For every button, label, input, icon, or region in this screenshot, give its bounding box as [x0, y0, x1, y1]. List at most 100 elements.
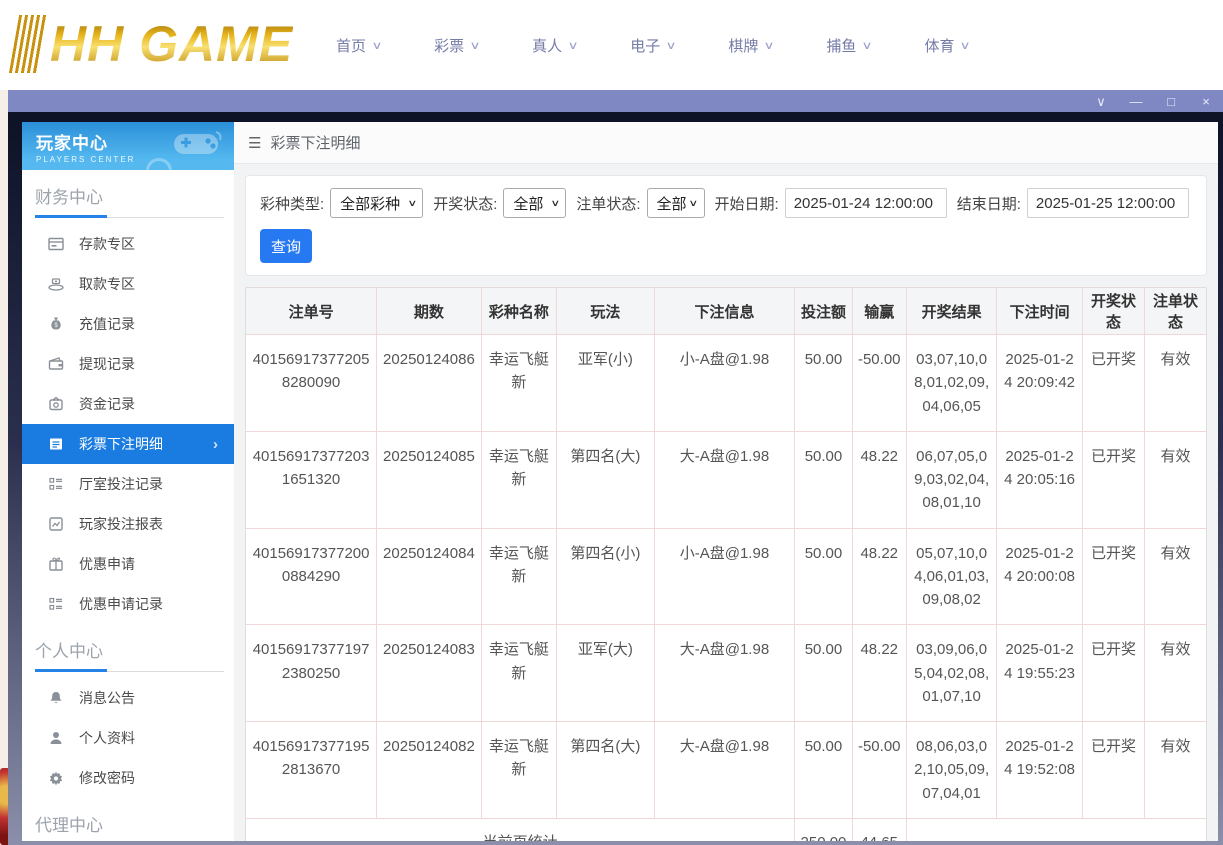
cell-draw-status: 已开奖	[1081, 721, 1146, 819]
sidebar-item-label: 修改密码	[79, 770, 135, 786]
cell-win-loss: 48.22	[851, 624, 907, 722]
cell-result: 08,06,03,02,10,05,09,07,04,01	[905, 721, 998, 819]
cell-amount: 50.00	[794, 527, 853, 626]
table-header-row: 注单号 期数 彩种名称 玩法 下注信息 投注额 输赢 开奖结果 下注时间 开奖状…	[246, 288, 1206, 335]
cell-lottery: 幸运飞艇新	[480, 624, 558, 722]
start-date-input[interactable]	[784, 188, 947, 218]
bet-table-card: 注单号 期数 彩种名称 玩法 下注信息 投注额 输赢 开奖结果 下注时间 开奖状…	[245, 287, 1207, 841]
page-title: 彩票下注明细	[270, 135, 361, 152]
page-summary-win-loss: 44.65	[851, 817, 907, 841]
cell-play: 第四名(大)	[556, 721, 655, 819]
nav-item-label: 捕鱼	[826, 37, 857, 55]
nav-item-label: 电子	[630, 37, 661, 55]
sidebar: 玩家中心 PLAYERS CENTER 财务中心 存款专区 取款专区 $ 充值记…	[22, 122, 234, 841]
order-status-value: 全部	[656, 195, 687, 213]
chevron-down-icon: ∨	[567, 39, 579, 52]
sidebar-item-label: 彩票下注明细	[79, 436, 163, 452]
logo-bars-icon	[8, 15, 50, 73]
sidebar-item-label: 优惠申请记录	[79, 596, 163, 612]
search-button[interactable]: 查询	[260, 229, 312, 263]
cell-period: 20250124086	[376, 334, 482, 432]
cell-lottery: 幸运飞艇新	[480, 334, 558, 432]
hamburger-icon[interactable]: ☰	[248, 134, 261, 152]
nav-item-label: 真人	[532, 37, 563, 55]
col-play: 玩法	[556, 288, 655, 335]
window-maximize-icon[interactable]: □	[1164, 95, 1178, 108]
cell-result: 05,07,10,04,06,01,03,09,08,02	[905, 527, 998, 626]
sidebar-item-messages[interactable]: 消息公告	[22, 678, 234, 718]
select-chevron-icon: ∨	[688, 197, 699, 208]
sidebar-section-agent: 代理中心	[35, 816, 103, 835]
cell-win-loss: 48.22	[851, 527, 907, 626]
sidebar-item-promo-apply[interactable]: 优惠申请	[22, 544, 234, 584]
page-summary-row: 当前页统计 250.00 44.65	[246, 817, 1206, 841]
sidebar-item-label: 玩家投注报表	[79, 516, 163, 532]
nav-item-label: 首页	[336, 37, 367, 55]
window-titlebar[interactable]: ∨ — □ ×	[8, 90, 1223, 112]
chevron-down-icon: ∨	[371, 39, 383, 52]
sidebar-item-withdraw-zone[interactable]: 取款专区	[22, 264, 234, 304]
window-controls: ∨ — □ ×	[1094, 90, 1217, 112]
cell-play: 亚军(小)	[556, 334, 655, 432]
sidebar-item-promo-apply-records[interactable]: 优惠申请记录	[22, 584, 234, 624]
cell-period: 20250124085	[376, 430, 482, 529]
nav-item-label: 彩票	[434, 37, 465, 55]
col-win-loss: 输赢	[851, 288, 907, 335]
top-nav: 首页 ∨ 彩票 ∨ 真人 ∨ 电子 ∨ 棋牌 ∨ 捕鱼 ∨ 体育 ∨	[336, 0, 972, 90]
sidebar-item-label: 存款专区	[79, 236, 135, 252]
cell-amount: 50.00	[794, 624, 853, 722]
cell-draw-status: 已开奖	[1081, 624, 1146, 722]
sidebar-item-player-bet-report[interactable]: 玩家投注报表	[22, 504, 234, 544]
sidebar-item-funds-records[interactable]: 资金记录	[22, 384, 234, 424]
cell-bet-info: 大-A盘@1.98	[653, 721, 796, 819]
money-bag-icon: $	[48, 316, 64, 332]
sidebar-item-label: 厅室投注记录	[79, 476, 163, 492]
end-date-input[interactable]	[1026, 188, 1189, 218]
sidebar-item-withdrawal-records[interactable]: 提现记录	[22, 344, 234, 384]
select-chevron-icon: ∨	[406, 197, 417, 208]
cell-order-status: 有效	[1144, 334, 1206, 432]
sidebar-item-deposit-zone[interactable]: 存款专区	[22, 224, 234, 264]
sidebar-item-profile[interactable]: 个人资料	[22, 718, 234, 758]
cell-bet-id: 401569173772058280090	[246, 334, 378, 432]
nav-item-label: 体育	[924, 37, 955, 55]
cell-order-status: 有效	[1144, 624, 1206, 722]
deposit-icon	[48, 236, 64, 252]
gear-icon	[48, 770, 64, 786]
nav-item[interactable]: 捕鱼 ∨	[826, 35, 873, 56]
cell-bet-time: 2025-01-24 19:52:08	[996, 721, 1083, 819]
cell-win-loss: -50.00	[851, 721, 907, 819]
chevron-down-icon: ∨	[959, 39, 972, 52]
nav-item[interactable]: 电子 ∨	[630, 35, 677, 56]
cell-lottery: 幸运飞艇新	[480, 430, 558, 529]
page-summary-label: 当前页统计	[246, 817, 796, 841]
col-amount: 投注额	[794, 288, 853, 335]
col-result: 开奖结果	[905, 288, 998, 335]
sidebar-item-change-password[interactable]: 修改密码	[22, 758, 234, 798]
sidebar-item-hall-bet-records[interactable]: 厅室投注记录	[22, 464, 234, 504]
cell-bet-info: 大-A盘@1.98	[653, 624, 796, 722]
draw-status-select[interactable]: 全部 ∨	[503, 188, 567, 218]
lottery-type-select[interactable]: 全部彩种 ∨	[330, 188, 424, 218]
nav-item[interactable]: 真人 ∨	[532, 35, 579, 56]
sidebar-item-recharge-records[interactable]: $ 充值记录	[22, 304, 234, 344]
cell-period: 20250124083	[376, 624, 482, 722]
col-bet-id: 注单号	[246, 288, 378, 335]
order-status-label: 注单状态:	[576, 195, 641, 213]
col-lottery: 彩种名称	[480, 288, 558, 335]
window-body: 玩家中心 PLAYERS CENTER 财务中心 存款专区 取款专区 $ 充值记…	[8, 112, 1223, 845]
window-dropdown-icon[interactable]: ∨	[1094, 95, 1108, 108]
col-bet-info: 下注信息	[653, 288, 796, 335]
nav-item[interactable]: 彩票 ∨	[434, 35, 481, 56]
sidebar-item-label: 个人资料	[79, 730, 135, 746]
table-row: 401569173772058280090 20250124086 幸运飞艇新 …	[246, 334, 1206, 432]
order-status-select[interactable]: 全部 ∨	[646, 188, 705, 218]
nav-item[interactable]: 首页 ∨	[336, 35, 383, 56]
cell-bet-time: 2025-01-24 20:09:42	[996, 334, 1083, 432]
window-close-icon[interactable]: ×	[1199, 95, 1213, 108]
nav-item[interactable]: 体育 ∨	[924, 35, 972, 56]
sidebar-item-lottery-bet-details[interactable]: 彩票下注明细 ›	[22, 424, 234, 464]
window-minimize-icon[interactable]: —	[1129, 95, 1143, 108]
cell-bet-id: 401569173772031651320	[246, 430, 378, 529]
nav-item[interactable]: 棋牌 ∨	[728, 35, 775, 56]
